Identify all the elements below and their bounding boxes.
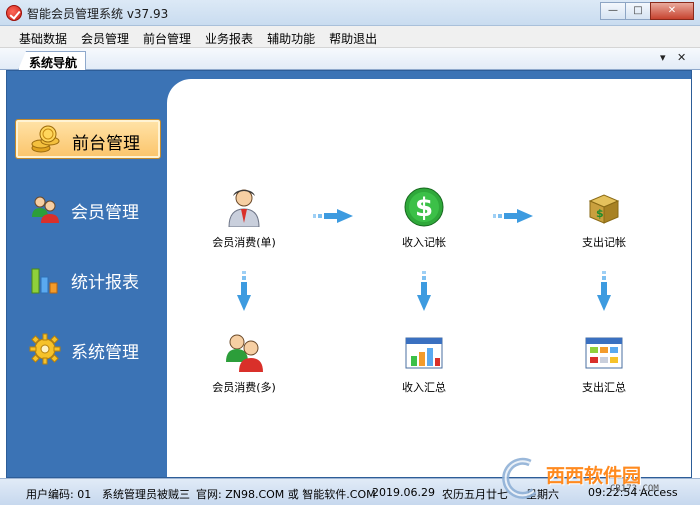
status-user-role: 系统管理员被贼三 (102, 488, 190, 501)
tab-strip: 系统导航 ▾ ✕ (0, 48, 700, 70)
close-button[interactable]: ✕ (650, 2, 694, 20)
members-icon (32, 196, 59, 223)
status-user-code: 用户编码: 01 (26, 488, 92, 501)
tab-dropdown-icon[interactable]: ▾ (660, 51, 666, 64)
sidebar-item-statistics-reports[interactable]: 统计报表 (15, 259, 161, 299)
flow-node-label: 支出汇总 (582, 381, 626, 394)
flow-node-expense-entry[interactable]: $ 支出记帐 (559, 187, 649, 250)
income-chart-icon (405, 337, 443, 369)
flow-node-expense-summary[interactable]: 支出汇总 (559, 332, 649, 395)
menu-help-exit[interactable]: 帮助退出 (322, 26, 384, 47)
flow-node-label: 会员消费(多) (212, 381, 276, 394)
tab-system-navigation[interactable]: 系统导航 (18, 51, 87, 70)
gear-icon (29, 333, 61, 365)
flow-arrow-down-icon (417, 271, 431, 311)
flow-node-income-summary[interactable]: 收入汇总 (379, 332, 469, 395)
title-bar: 智能会员管理系统 v37.93 — □ ✕ (0, 0, 700, 26)
flow-arrow-right-icon (313, 209, 353, 223)
dollar-icon: $ (404, 187, 444, 227)
window-title: 智能会员管理系统 v37.93 (27, 7, 169, 21)
svg-text:$: $ (415, 193, 433, 223)
flow-node-member-consume-multi[interactable]: 会员消费(多) (199, 332, 289, 395)
money-box-icon: $ (588, 194, 620, 224)
members-icon (226, 334, 263, 372)
status-website: 官网: ZN98.COM 或 智能软件.COM (196, 488, 376, 501)
menu-basic-data[interactable]: 基础数据 (12, 26, 74, 47)
maximize-button[interactable]: □ (625, 2, 651, 20)
menu-front-desk[interactable]: 前台管理 (136, 26, 198, 47)
main-panel: 前台管理 会员管理 统计报表 系统管理 会员消费(单) $ 收入记帐 $ 支出记… (6, 70, 692, 478)
sidebar-item-label: 系统管理 (71, 343, 139, 363)
sidebar-item-front-desk[interactable]: 前台管理 (15, 119, 161, 159)
menu-business-reports[interactable]: 业务报表 (198, 26, 260, 47)
watermark-subtext: CR173.COM (610, 484, 659, 494)
flow-arrow-down-icon (597, 271, 611, 311)
sidebar-item-label: 前台管理 (72, 134, 140, 154)
flow-arrow-right-icon (493, 209, 533, 223)
sidebar-item-label: 统计报表 (71, 273, 139, 293)
sidebar-item-member-management[interactable]: 会员管理 (15, 189, 161, 229)
menu-member-management[interactable]: 会员管理 (74, 26, 136, 47)
app-logo-icon (6, 5, 22, 21)
flow-node-label: 支出记帐 (582, 236, 626, 249)
navigation-content: 会员消费(单) $ 收入记帐 $ 支出记帐 会员消费(多) 收入汇总 支出汇总 (167, 79, 691, 477)
menu-bar: 基础数据 会员管理 前台管理 业务报表 辅助功能 帮助退出 (0, 26, 700, 48)
minimize-button[interactable]: — (600, 2, 626, 20)
menu-auxiliary[interactable]: 辅助功能 (260, 26, 322, 47)
window-controls: — □ ✕ (600, 2, 694, 20)
member-icon (228, 189, 260, 228)
sidebar-item-system-management[interactable]: 系统管理 (15, 329, 161, 369)
coins-icon (31, 125, 60, 153)
status-date: 2019.06.29 (372, 486, 435, 499)
svg-text:$: $ (596, 207, 604, 220)
flow-arrow-down-icon (237, 271, 251, 311)
expense-table-icon (585, 337, 623, 369)
flow-node-member-consume-single[interactable]: 会员消费(单) (199, 187, 289, 250)
navigation-sidebar: 前台管理 会员管理 统计报表 系统管理 (7, 71, 167, 477)
tab-close-icon[interactable]: ✕ (677, 51, 686, 64)
flow-node-label: 收入汇总 (402, 381, 446, 394)
bar-chart-icon (31, 268, 58, 294)
status-lunar-date: 农历五月廿七 (442, 488, 508, 501)
watermark: 西西软件园 CR173.COM (500, 455, 696, 501)
watermark-logo-icon (502, 457, 537, 499)
flow-node-label: 会员消费(单) (212, 236, 276, 249)
flow-node-income-entry[interactable]: $ 收入记帐 (379, 187, 469, 250)
sidebar-item-label: 会员管理 (71, 203, 139, 223)
flow-node-label: 收入记帐 (402, 236, 446, 249)
